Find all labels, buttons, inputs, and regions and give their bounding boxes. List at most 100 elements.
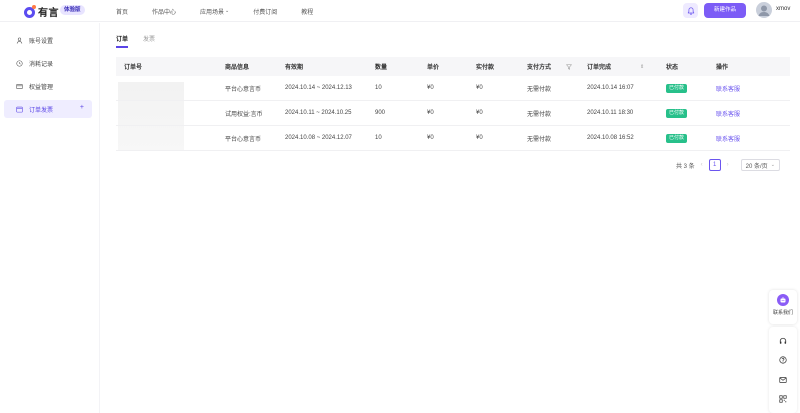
- paid-amount: ¥0: [476, 135, 483, 141]
- status-badge: 已付款: [666, 133, 688, 143]
- calendar-icon: [16, 106, 23, 112]
- completed-time: 2024.10.11 18:30: [587, 110, 634, 116]
- table-header: 订单号 商品信息 有效期 数量 单价 实付款 支付方式 订单完成 ⇕ 状态 操作: [116, 57, 790, 76]
- sidebar-item-label: 消耗记录: [29, 61, 54, 68]
- nav-scenarios-label: 应用场景: [200, 9, 225, 16]
- nav-scenarios[interactable]: 应用场景 ⌄: [200, 7, 229, 16]
- qr-code-icon[interactable]: [779, 395, 787, 403]
- tab-invoices[interactable]: 发票: [143, 33, 155, 48]
- product-info: 试用权益:言币: [225, 111, 263, 118]
- page-number-button[interactable]: 1: [708, 159, 721, 171]
- validity: 2024.10.11 ~ 2024.10.25: [285, 110, 352, 116]
- pagination: 共 3 条 ‹ 1 › 20 条/页 ⌄: [676, 159, 780, 171]
- sidebar-item-benefits[interactable]: 权益管理: [4, 77, 92, 95]
- validity: 2024.10.08 ~ 2024.12.07: [285, 135, 352, 141]
- col-paid: 实付款: [476, 65, 495, 71]
- quantity: 10: [375, 135, 382, 141]
- nav-tutorial-label: 教程: [301, 9, 314, 16]
- col-order-id: 订单号: [124, 65, 143, 71]
- nav-works[interactable]: 作品中心: [152, 7, 176, 16]
- col-product: 商品信息: [225, 65, 250, 71]
- card-icon: [16, 83, 23, 89]
- col-actions: 操作: [716, 65, 729, 71]
- col-validity: 有效期: [285, 65, 304, 71]
- col-quantity: 数量: [375, 65, 388, 71]
- contact-support-link[interactable]: 联系客服: [716, 101, 740, 125]
- unit-price: ¥0: [427, 110, 434, 116]
- completed-time: 2024.10.14 16:07: [587, 85, 634, 91]
- contact-support-link[interactable]: 联系客服: [716, 76, 740, 100]
- sidebar-item-label: 账号设置: [29, 38, 54, 45]
- table-row: 平台心意言币 2024.10.14 ~ 2024.12.13 10 ¥0 ¥0 …: [116, 76, 790, 101]
- logo[interactable]: 有言: [24, 4, 59, 19]
- sidebar-item-consumption[interactable]: 消耗记录: [4, 54, 92, 72]
- sidebar-item-account[interactable]: 账号设置: [4, 31, 92, 49]
- contact-us-button[interactable]: 联系我们: [769, 290, 797, 324]
- contact-support-link[interactable]: 联系客服: [716, 126, 740, 150]
- status-badge-cell: 已付款: [666, 126, 688, 150]
- quantity: 900: [375, 110, 386, 116]
- edition-badge: 体验版: [60, 5, 85, 15]
- status-badge: 已付款: [666, 83, 688, 93]
- prev-page-icon[interactable]: ‹: [701, 162, 703, 168]
- sidebar-item-label: 订单发票: [29, 107, 54, 114]
- sidebar-item-orders[interactable]: 订单发票 +: [4, 100, 92, 118]
- logo-icon: [24, 5, 36, 18]
- help-icon[interactable]: [779, 356, 787, 364]
- col-completed: 订单完成: [587, 65, 612, 71]
- nav-home-label: 首页: [116, 9, 129, 16]
- new-work-button[interactable]: 新建作品: [704, 3, 746, 18]
- nav-works-label: 作品中心: [152, 9, 177, 16]
- table-row: 平台心意言币 2024.10.08 ~ 2024.12.07 10 ¥0 ¥0 …: [116, 126, 790, 151]
- logo-text: 有言: [38, 8, 59, 19]
- col-payment-method: 支付方式: [527, 65, 552, 71]
- headset-icon[interactable]: [779, 337, 787, 345]
- top-navigation-bar: 有言 体验版 首页 作品中心 应用场景 ⌄ 付费订阅 教程 新建作品 xmov: [0, 0, 800, 22]
- chevron-down-icon: ⌄: [770, 162, 775, 168]
- product-info: 平台心意言币: [225, 136, 262, 143]
- status-badge-cell: 已付款: [666, 76, 688, 100]
- col-status: 状态: [666, 65, 679, 71]
- avatar[interactable]: [756, 2, 772, 18]
- status-badge-cell: 已付款: [666, 101, 688, 125]
- username[interactable]: xmov: [776, 6, 790, 12]
- nav-subscription-label: 付费订阅: [253, 9, 278, 16]
- main-nav: 首页 作品中心 应用场景 ⌄ 付费订阅 教程: [116, 0, 337, 22]
- tab-bar: 订单 发票: [116, 33, 170, 48]
- paid-amount: ¥0: [476, 85, 483, 91]
- sidebar-item-label: 权益管理: [29, 84, 54, 91]
- tab-orders[interactable]: 订单: [116, 33, 129, 48]
- validity: 2024.10.14 ~ 2024.12.13: [285, 85, 352, 91]
- nav-home[interactable]: 首页: [116, 7, 128, 16]
- robot-icon: [777, 294, 789, 306]
- notification-bell-icon[interactable]: [683, 3, 698, 18]
- payment-method: 无需付款: [527, 136, 552, 143]
- nav-tutorial[interactable]: 教程: [301, 7, 313, 16]
- table-row: 试用权益:言币 2024.10.11 ~ 2024.10.25 900 ¥0 ¥…: [116, 101, 790, 126]
- tool-buttons: [769, 327, 797, 413]
- user-icon: [16, 37, 23, 44]
- payment-method: 无需付款: [527, 111, 552, 118]
- product-info: 平台心意言币: [225, 86, 262, 93]
- sidebar: 账号设置 消耗记录 权益管理 订单发票 +: [0, 23, 100, 413]
- chevron-down-icon: ⌄: [225, 8, 230, 14]
- mail-icon[interactable]: [779, 376, 787, 384]
- plus-icon[interactable]: +: [80, 104, 84, 111]
- contact-us-label: 联系我们: [772, 310, 793, 316]
- next-page-icon[interactable]: ›: [727, 162, 729, 168]
- page-size-select[interactable]: 20 条/页 ⌄: [740, 159, 780, 171]
- filter-icon[interactable]: [566, 57, 572, 76]
- unit-price: ¥0: [427, 135, 434, 141]
- col-unit-price: 单价: [427, 65, 440, 71]
- unit-price: ¥0: [427, 85, 434, 91]
- quantity: 10: [375, 85, 382, 91]
- paid-amount: ¥0: [476, 110, 483, 116]
- sort-icon[interactable]: ⇕: [640, 57, 644, 76]
- orders-table: 订单号 商品信息 有效期 数量 单价 实付款 支付方式 订单完成 ⇕ 状态 操作…: [116, 57, 790, 151]
- page-size-value: 20 条/页: [745, 163, 768, 170]
- completed-time: 2024.10.08 16:52: [587, 135, 634, 141]
- total-count: 共 3 条: [676, 163, 695, 170]
- payment-method: 无需付款: [527, 86, 552, 93]
- floating-toolbar: 联系我们: [769, 290, 797, 413]
- nav-subscription[interactable]: 付费订阅: [253, 7, 277, 16]
